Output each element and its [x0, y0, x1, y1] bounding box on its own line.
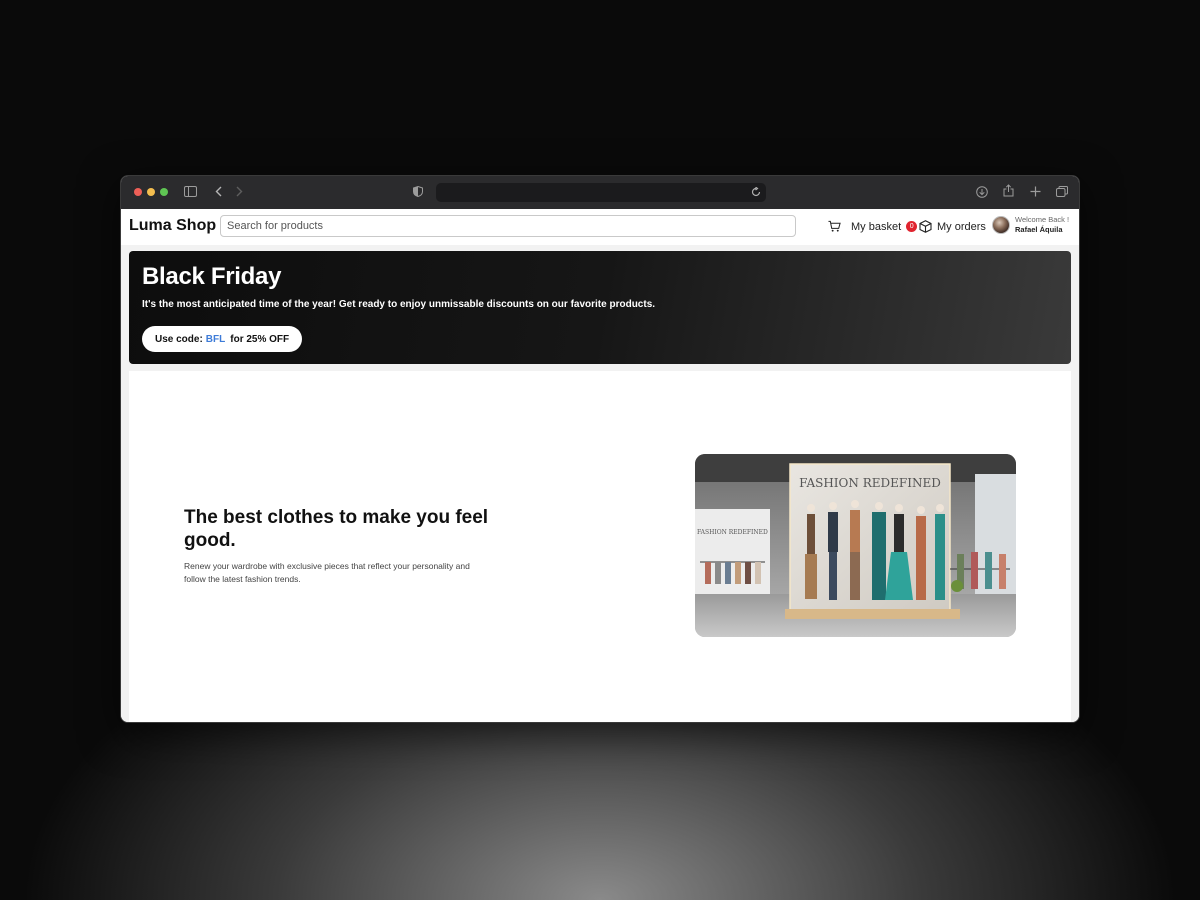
sidebar-icon[interactable]	[184, 186, 197, 197]
black-friday-banner: Black Friday It's the most anticipated t…	[129, 251, 1071, 364]
maximize-window-button[interactable]	[160, 188, 168, 196]
page-content: Luma Shop My basket 0 My orders Welcome …	[121, 209, 1079, 722]
image-sign-text: FASHION REDEFINED	[799, 476, 941, 490]
tabs-icon[interactable]	[1056, 186, 1068, 197]
banner-title: Black Friday	[142, 263, 282, 290]
orders-link[interactable]: My orders	[919, 220, 986, 233]
reload-icon[interactable]	[751, 187, 761, 197]
welcome-text: Welcome Back !	[1015, 215, 1070, 224]
top-navbar: Luma Shop My basket 0 My orders Welcome …	[121, 209, 1079, 245]
banner-subtitle: It's the most anticipated time of the ye…	[142, 299, 656, 310]
avatar[interactable]	[992, 216, 1010, 234]
browser-titlebar	[121, 176, 1079, 209]
user-name: Rafael Áquila	[1015, 225, 1063, 234]
plus-icon[interactable]	[1030, 186, 1041, 197]
promo-code: BFL	[205, 333, 226, 345]
package-icon	[919, 220, 932, 233]
forward-icon[interactable]	[236, 186, 243, 197]
back-icon[interactable]	[215, 186, 222, 197]
hero-section: The best clothes to make you feel good. …	[129, 371, 1071, 722]
close-window-button[interactable]	[134, 188, 142, 196]
user-menu[interactable]: Welcome Back ! Rafael Áquila	[992, 215, 1069, 235]
orders-label: My orders	[937, 220, 986, 233]
promo-prefix: Use code:	[155, 333, 203, 345]
download-icon[interactable]	[976, 186, 988, 198]
promo-suffix: for 25% OFF	[230, 333, 290, 345]
basket-count-badge: 0	[906, 221, 918, 232]
browser-window: Luma Shop My basket 0 My orders Welcome …	[120, 175, 1080, 723]
fashion-store-illustration: FASHION REDEFINED FASHION REDEFINED	[695, 454, 1016, 637]
basket-link[interactable]: My basket 0	[828, 220, 918, 233]
cart-icon	[828, 220, 841, 232]
shield-icon[interactable]	[413, 186, 423, 197]
basket-label: My basket	[851, 220, 902, 233]
hero-title: The best clothes to make you feel good.	[184, 507, 489, 551]
address-bar[interactable]	[436, 183, 766, 202]
hero-description: Renew your wardrobe with exclusive piece…	[184, 561, 470, 584]
promo-code-button[interactable]: Use code: BFL for 25% OFF	[142, 326, 303, 352]
shop-logo[interactable]: Luma Shop	[129, 217, 216, 235]
share-icon[interactable]	[1003, 184, 1014, 197]
hero-image: FASHION REDEFINED FASHION REDEFINED	[695, 454, 1016, 637]
minimize-window-button[interactable]	[147, 188, 155, 196]
search-input[interactable]	[220, 215, 796, 237]
image-sign-small-text: FASHION REDEFINED	[697, 529, 768, 536]
